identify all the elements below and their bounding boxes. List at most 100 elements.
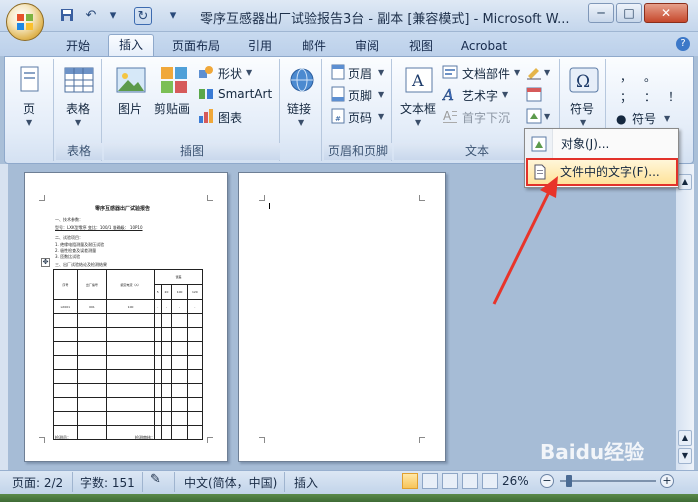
symbol-big-label: 符号 <box>570 102 595 116</box>
signature-line-button[interactable]: ▼ <box>526 64 552 82</box>
tab-acrobat[interactable]: Acrobat <box>454 36 514 56</box>
svg-text:A: A <box>443 109 452 123</box>
text-cursor <box>269 203 270 209</box>
table-header-cell: 误差 <box>153 269 204 285</box>
tab-mailings[interactable]: 邮件 <box>292 36 336 56</box>
symbol-big-button[interactable]: Ω 符号 ▼ <box>566 64 602 136</box>
page-1[interactable]: 零序互感器出厂试验报告 一、技术参数： 型号：LXK型零序 变比：100/1 准… <box>24 172 228 462</box>
doc-line: 二、试验项目： <box>55 235 83 240</box>
shapes-button[interactable]: 形状 ▼ <box>198 64 264 82</box>
status-words[interactable]: 字数: 151 <box>80 474 135 491</box>
save-icon[interactable] <box>58 7 76 25</box>
table-move-handle-icon[interactable]: ✥ <box>41 258 50 267</box>
restore-button[interactable]: □ <box>616 3 642 23</box>
zoom-slider-track[interactable] <box>560 480 656 482</box>
zoom-in-icon[interactable]: + <box>660 474 674 488</box>
office-button[interactable] <box>6 3 44 41</box>
tab-page-layout[interactable]: 页面布局 <box>164 36 228 56</box>
chart-button[interactable]: 图表 <box>198 108 254 126</box>
next-page-icon[interactable]: ▼ <box>678 448 692 464</box>
fullscreen-reading-view-icon[interactable] <box>422 473 438 489</box>
dropcap-button[interactable]: A 首字下沉 <box>442 108 522 126</box>
textbox-dropdown-icon: ▼ <box>415 118 422 127</box>
help-icon[interactable]: ? <box>676 37 690 51</box>
page-number-button[interactable]: # 页码 ▼ <box>330 108 386 126</box>
vertical-scrollbar[interactable]: ▲ ▲ ▼ <box>676 164 694 470</box>
quickparts-icon <box>442 65 458 79</box>
pages-button[interactable]: 页 ▼ <box>14 64 46 136</box>
close-button[interactable]: ✕ <box>644 3 688 23</box>
print-layout-view-icon[interactable] <box>402 473 418 489</box>
table-cell: 001 <box>76 299 108 314</box>
signature-line-icon <box>527 68 541 80</box>
proofing-icon[interactable]: ✎ <box>150 472 161 487</box>
textbox-button[interactable]: A 文本框 ▼ <box>398 64 440 136</box>
draft-view-icon[interactable] <box>482 473 498 489</box>
signature-dropdown-icon: ▼ <box>544 68 551 77</box>
group-label-tables: 表格 <box>56 143 102 160</box>
special-chars-gallery[interactable]: ， 。 ； ： ！ ● 符号 ▼ <box>614 64 688 128</box>
symbol-small-label: 符号 <box>632 112 657 126</box>
special-char[interactable]: ； <box>620 88 632 105</box>
report-table: 序号 出厂编号 额定电流（A） 误差 5 20 100 120 LX001 001 100- - -… <box>53 269 204 440</box>
prev-page-icon[interactable]: ▲ <box>678 430 692 446</box>
clipart-button[interactable]: 剪贴画 <box>152 64 194 124</box>
svg-text:Ω: Ω <box>576 72 590 92</box>
object-button[interactable]: ▼ <box>526 108 552 126</box>
taskbar-strip <box>0 494 698 502</box>
tab-references[interactable]: 引用 <box>238 36 282 56</box>
picture-button[interactable]: 图片 <box>110 64 150 124</box>
tab-insert[interactable]: 插入 <box>108 34 154 56</box>
tab-home[interactable]: 开始 <box>56 36 100 56</box>
svg-text:A: A <box>411 71 424 90</box>
margin-mark <box>39 437 45 443</box>
outline-view-icon[interactable] <box>462 473 478 489</box>
tab-review[interactable]: 审阅 <box>344 36 390 56</box>
zoom-level[interactable]: 26% <box>502 474 529 488</box>
table-label: 表格 <box>66 102 91 116</box>
special-char[interactable]: ， <box>620 68 632 85</box>
page-number-label: 页码 <box>348 111 373 125</box>
links-icon <box>290 68 314 92</box>
special-char[interactable]: 。 <box>644 68 656 85</box>
wordart-button[interactable]: A 艺术字 ▼ <box>442 86 522 104</box>
status-page[interactable]: 页面: 2/2 <box>12 474 63 491</box>
status-language[interactable]: 中文(简体，中国) <box>184 474 277 491</box>
clipart-icon <box>161 67 187 93</box>
redo-icon[interactable]: ↻ <box>134 7 152 25</box>
undo-dropdown-icon[interactable]: ▾ <box>104 7 122 25</box>
table-cell: - <box>171 299 188 314</box>
table-row <box>53 411 204 426</box>
zoom-slider-thumb[interactable] <box>566 475 572 487</box>
table-button[interactable]: 表格 ▼ <box>60 64 98 136</box>
menu-item-object[interactable]: 对象(J)... <box>527 131 677 157</box>
footer-icon <box>331 86 345 102</box>
zoom-out-icon[interactable]: − <box>540 474 554 488</box>
margin-mark <box>39 195 45 201</box>
tab-view[interactable]: 视图 <box>398 36 444 56</box>
shapes-icon <box>199 66 213 78</box>
scroll-up-icon[interactable]: ▲ <box>678 174 692 190</box>
undo-icon[interactable]: ↶ <box>82 7 100 25</box>
header-icon <box>331 64 345 80</box>
status-mode[interactable]: 插入 <box>294 474 318 491</box>
special-char[interactable]: ： <box>644 88 656 105</box>
dropcap-icon: A <box>443 109 457 123</box>
footer-button[interactable]: 页脚 ▼ <box>330 86 386 104</box>
datetime-button[interactable] <box>526 86 548 104</box>
quickparts-button[interactable]: 文档部件 ▼ <box>442 64 522 82</box>
table-subheader-cell: 5 <box>153 284 162 300</box>
page-2[interactable] <box>238 172 446 462</box>
special-char[interactable]: ！ <box>668 88 680 105</box>
omega-icon: Ω <box>569 67 599 93</box>
office-logo-icon <box>17 14 33 30</box>
minimize-button[interactable]: ─ <box>588 3 614 23</box>
header-button[interactable]: 页眉 ▼ <box>330 64 386 82</box>
links-button[interactable]: 链接 ▼ <box>284 64 320 136</box>
table-row <box>53 425 204 440</box>
margin-mark <box>207 195 213 201</box>
table-row <box>53 313 204 328</box>
smartart-button[interactable]: SmartArt <box>198 86 274 104</box>
web-layout-view-icon[interactable] <box>442 473 458 489</box>
customize-icon[interactable]: ▾ <box>164 7 182 25</box>
